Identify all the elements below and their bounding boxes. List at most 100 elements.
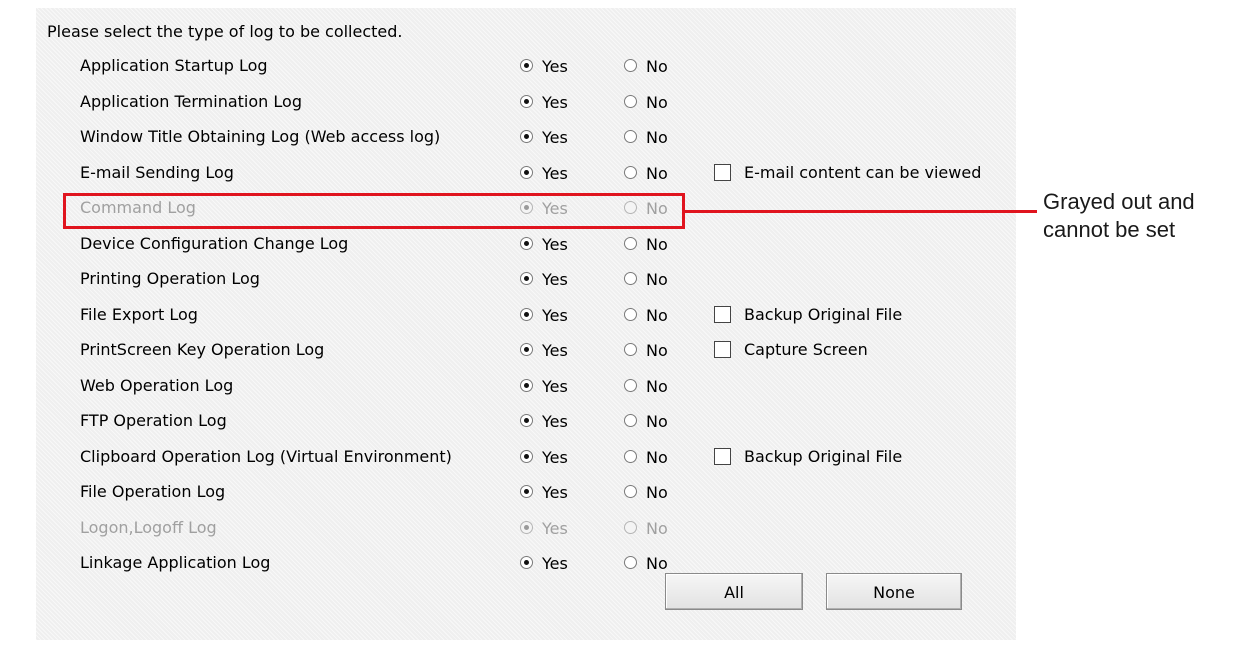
yes-option-label: Yes [542,128,568,147]
log-type-label: E-mail Sending Log [80,162,234,182]
checkbox-icon[interactable] [714,305,731,323]
yes-radio-option[interactable]: Yes [520,447,568,467]
no-option-label: No [646,270,668,289]
radio-button-icon[interactable] [520,59,533,72]
radio-button-icon[interactable] [624,556,637,569]
radio-button-icon[interactable] [624,414,637,427]
radio-button-icon [624,520,637,534]
radio-button-icon[interactable] [520,236,533,250]
log-type-label: Device Configuration Change Log [80,233,349,253]
radio-button-icon[interactable] [520,343,533,356]
radio-button-icon[interactable] [624,378,637,392]
radio-button-icon[interactable] [520,449,533,463]
radio-button-icon[interactable] [520,307,533,321]
yes-radio-option[interactable]: Yes [520,340,568,360]
extra-option-checkbox[interactable]: Capture Screen [714,340,868,359]
log-row: Device Configuration Change Log Yes No [0,230,1020,258]
radio-button-icon[interactable] [520,130,533,143]
log-row: Application Startup Log Yes No [0,52,1020,80]
extra-option-checkbox[interactable]: Backup Original File [714,305,902,324]
yes-radio-option[interactable]: Yes [520,376,568,396]
log-type-label: Printing Operation Log [80,269,260,288]
yes-radio-option[interactable]: Yes [520,482,568,502]
radio-button-icon[interactable] [624,130,637,143]
log-type-label: Window Title Obtaining Log (Web access l… [80,127,441,146]
callout-highlight-box [63,193,685,229]
no-radio-option: No [624,518,668,538]
log-row: PrintScreen Key Operation Log Yes No Captur… [0,336,1020,364]
yes-radio-option[interactable]: Yes [520,56,568,76]
radio-button-icon[interactable] [624,94,637,108]
radio-button-icon[interactable] [520,556,533,569]
yes-radio-option[interactable]: Yes [520,305,568,325]
no-option-label: No [646,128,668,147]
log-row: File Operation Log Yes No [0,478,1020,506]
no-radio-option[interactable]: No [624,340,668,360]
no-option-label: No [646,483,668,502]
no-radio-option[interactable]: No [624,482,668,502]
no-radio-option[interactable]: No [624,234,668,254]
log-type-label: Logon,Logoff Log [80,517,217,537]
radio-button-icon[interactable] [624,272,637,285]
radio-button-icon[interactable] [624,236,637,250]
no-option-label: No [646,57,668,76]
yes-radio-option[interactable]: Yes [520,234,568,254]
extra-option-checkbox[interactable]: Backup Original File [714,447,902,466]
checkbox-icon[interactable] [714,341,731,358]
log-type-label: Application Startup Log [80,56,268,75]
checkbox-icon[interactable] [714,163,731,181]
select-all-button[interactable]: All [665,573,803,610]
log-row: Clipboard Operation Log (Virtual Environ… [0,443,1020,471]
no-radio-option[interactable]: No [624,305,668,325]
no-radio-option[interactable]: No [624,376,668,396]
extra-option-label: Backup Original File [744,304,903,324]
yes-radio-option[interactable]: Yes [520,163,568,183]
radio-button-icon[interactable] [624,307,637,321]
no-radio-option[interactable]: No [624,269,668,289]
yes-option-label: Yes [542,518,568,538]
yes-option-label: Yes [542,483,568,502]
yes-option-label: Yes [542,270,568,289]
no-radio-option[interactable]: No [624,553,668,573]
radio-button-icon[interactable] [520,414,533,427]
instruction-text: Please select the type of log to be coll… [47,22,403,41]
radio-button-icon[interactable] [624,165,637,179]
radio-button-icon[interactable] [520,165,533,179]
radio-button-icon[interactable] [520,378,533,392]
extra-option-label: Backup Original File [744,446,903,466]
log-row: Web Operation Log Yes No [0,372,1020,400]
log-type-label: FTP Operation Log [80,411,227,430]
no-radio-option[interactable]: No [624,447,668,467]
radio-button-icon[interactable] [624,343,637,356]
radio-button-icon[interactable] [520,272,533,285]
yes-radio-option: Yes [520,518,568,538]
extra-option-checkbox[interactable]: E-mail content can be viewed [714,163,981,182]
yes-radio-option[interactable]: Yes [520,411,568,431]
radio-button-icon[interactable] [520,94,533,108]
no-radio-option[interactable]: No [624,92,668,112]
checkbox-icon[interactable] [714,447,731,465]
yes-radio-option[interactable]: Yes [520,269,568,289]
yes-option-label: Yes [542,305,568,325]
radio-button-icon[interactable] [624,449,637,463]
select-none-button[interactable]: None [826,573,962,610]
no-radio-option[interactable]: No [624,163,668,183]
log-row: Window Title Obtaining Log (Web access l… [0,123,1020,151]
yes-option-label: Yes [542,234,568,254]
no-radio-option[interactable]: No [624,411,668,431]
no-option-label: No [646,518,668,538]
yes-radio-option[interactable]: Yes [520,553,568,573]
extra-option-label: Capture Screen [744,340,868,359]
log-row: Logon,Logoff Log Yes No [0,514,1020,542]
radio-button-icon[interactable] [624,59,637,72]
radio-button-icon[interactable] [624,485,637,498]
radio-button-icon[interactable] [520,485,533,498]
yes-option-label: Yes [542,57,568,76]
log-type-label: Application Termination Log [80,91,302,111]
no-radio-option[interactable]: No [624,56,668,76]
log-row: FTP Operation Log Yes No [0,407,1020,435]
no-option-label: No [646,447,668,467]
no-radio-option[interactable]: No [624,127,668,147]
yes-radio-option[interactable]: Yes [520,92,568,112]
yes-radio-option[interactable]: Yes [520,127,568,147]
